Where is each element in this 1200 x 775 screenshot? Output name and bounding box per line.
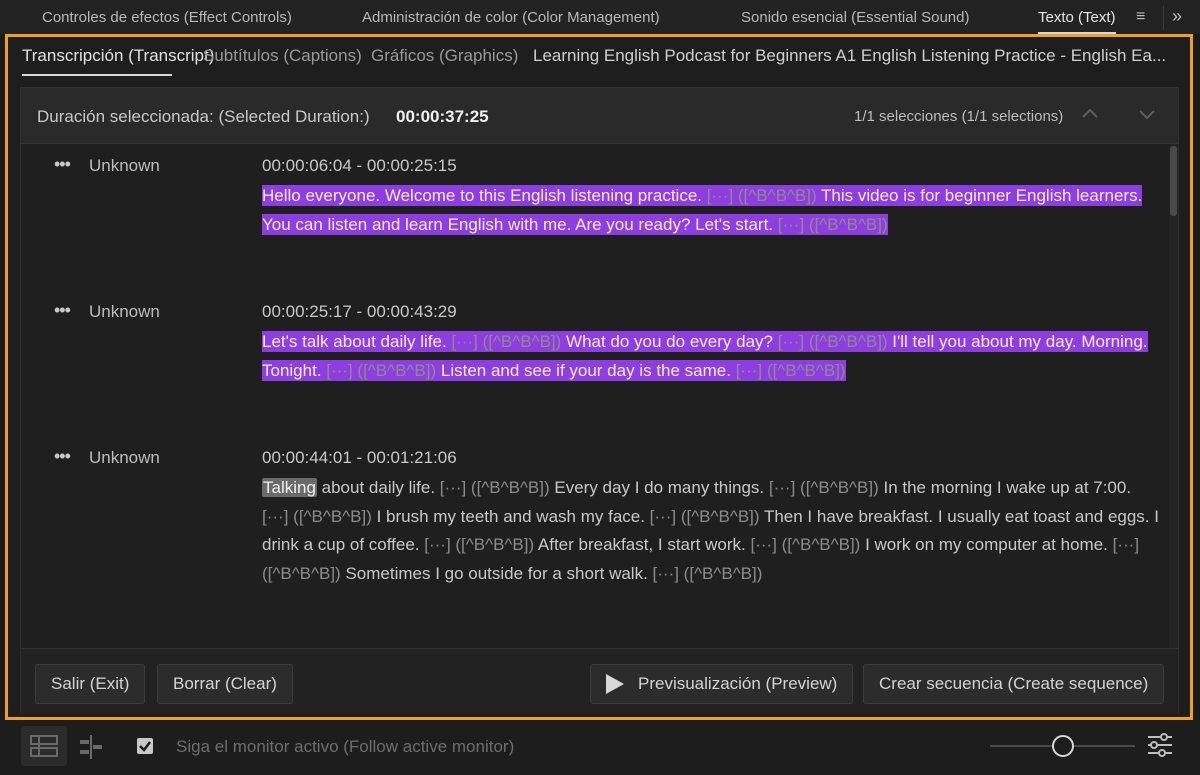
settings-sliders-icon[interactable] [1146,732,1174,758]
panel-footer: Siga el monitor activo (Follow active mo… [0,720,1200,775]
transcript-footer: Salir (Exit) Borrar (Clear) Previsualiza… [21,648,1178,713]
transcript-text[interactable]: about daily life. [317,478,440,497]
pause-marker[interactable]: [···] ([^B^B^B]) [769,478,879,497]
clear-button[interactable]: Borrar (Clear) [157,664,293,704]
transcript-text[interactable]: In the morning I wake up at 7:00. [879,478,1131,497]
exit-button[interactable]: Salir (Exit) [35,664,146,704]
transcript-text[interactable]: What do you do every day? [561,331,778,352]
more-options-icon[interactable]: ••• [54,446,71,467]
zoom-slider-handle[interactable] [1052,735,1074,757]
transcript-text[interactable]: Every day I do many things. [550,478,769,497]
pause-marker[interactable]: [···] ([^B^B^B]) [451,331,562,352]
play-icon [606,674,624,694]
pause-marker[interactable]: [···] ([^B^B^B]) [777,213,888,235]
follow-monitor-label: Siga el monitor activo (Follow active mo… [176,737,515,756]
selected-duration-value: 00:00:37:25 [396,107,489,126]
transcript-text[interactable]: Let's talk about daily life. [262,331,452,352]
selection-count: 1/1 selecciones (1/1 selections) [854,108,1064,125]
chevron-double-right-icon[interactable]: » [1172,6,1182,27]
current-word[interactable]: Talking [262,478,317,497]
follow-monitor-checkbox[interactable] [137,738,153,754]
speaker-name[interactable]: Unknown [89,448,160,468]
active-tab-underline [22,74,172,76]
transcript-text[interactable]: After breakfast, I start work. [534,535,750,554]
create-sequence-button[interactable]: Crear secuencia (Create sequence) [863,664,1165,704]
transcript-segments: ••• Unknown 00:00:06:04 - 00:00:25:15 Hello… [21,144,1178,648]
transcript-text[interactable]: Sometimes I go outside for a short walk. [341,564,653,583]
transcript-text[interactable]: Listen and see if your day is the same. [436,359,736,381]
pause-marker[interactable]: [···] ([^B^B^B]) [750,535,860,554]
chevron-up-icon[interactable] [1078,102,1102,126]
transcript-text[interactable]: Hello everyone. Welcome to this English … [262,185,707,206]
clip-view-icon[interactable] [76,732,106,762]
pause-marker[interactable]: [···] ([^B^B^B]) [424,535,534,554]
tab-divider [1163,6,1164,30]
top-panel-tabs: Controles de efectos (Effect Controls) A… [0,0,1200,34]
speaker-name[interactable]: Unknown [89,302,160,322]
segment-text[interactable]: Let's talk about daily life. [···] ([^B^… [262,328,1162,385]
transcript-view: Duración seleccionada: (Selected Duratio… [20,87,1179,713]
speaker-name[interactable]: Unknown [89,156,160,176]
segment-timecode: 00:00:06:04 - 00:00:25:15 [262,156,457,175]
pause-marker[interactable]: [···] ([^B^B^B]) [262,507,372,526]
transcript-text[interactable]: I brush my teeth and wash my face. [372,507,650,526]
preview-button-label: Previsualización (Preview) [638,674,838,693]
pause-marker[interactable]: [···] ([^B^B^B]) [735,359,846,381]
transcript-text[interactable]: I work on my computer at home. [860,535,1112,554]
selection-bar: Duración seleccionada: (Selected Duratio… [21,88,1178,144]
scrollbar[interactable] [1169,144,1178,648]
segment-text[interactable]: Hello everyone. Welcome to this English … [262,182,1162,239]
text-panel-tabs: Transcripción (Transcript) Subtítulos (C… [8,37,1190,77]
more-options-icon[interactable]: ••• [54,154,71,175]
pause-marker[interactable]: [···] ([^B^B^B]) [653,564,763,583]
pause-marker[interactable]: [···] ([^B^B^B]) [326,359,437,381]
segment-text[interactable]: Talking about daily life. [···] ([^B^B^B… [262,474,1162,588]
checkmark-icon [139,741,151,752]
segment-timecode: 00:00:25:17 - 00:00:43:29 [262,302,457,321]
segment-timecode: 00:00:44:01 - 00:01:21:06 [262,448,457,467]
tab-captions[interactable]: Subtítulos (Captions) [203,46,362,66]
pause-marker[interactable]: [···] ([^B^B^B]) [650,507,760,526]
scrollbar-thumb[interactable] [1170,146,1177,216]
tab-color-management[interactable]: Administración de color (Color Managemen… [362,9,660,26]
sequence-view-icon[interactable] [21,726,67,766]
pause-marker[interactable]: [···] ([^B^B^B]) [777,331,888,352]
hamburger-menu-icon[interactable]: ≡ [1136,8,1145,26]
tab-transcript[interactable]: Transcripción (Transcript) [22,46,215,76]
tab-transcript-label: Transcripción (Transcript) [22,46,215,65]
tab-text[interactable]: Texto (Text) [1038,9,1116,34]
tab-effect-controls[interactable]: Controles de efectos (Effect Controls) [42,9,292,26]
chevron-down-icon[interactable] [1135,102,1159,126]
pause-marker[interactable]: [···] ([^B^B^B]) [440,478,550,497]
tab-graphics[interactable]: Gráficos (Graphics) [371,46,518,66]
tab-essential-sound[interactable]: Sonido esencial (Essential Sound) [741,9,969,26]
preview-button[interactable]: Previsualización (Preview) [590,664,854,704]
more-options-icon[interactable]: ••• [54,300,71,321]
text-panel: Transcripción (Transcript) Subtítulos (C… [5,34,1193,720]
selected-duration-label: Duración seleccionada: (Selected Duratio… [37,107,370,126]
pause-marker[interactable]: [···] ([^B^B^B]) [706,185,817,206]
sequence-title: Learning English Podcast for Beginners A… [533,46,1167,65]
